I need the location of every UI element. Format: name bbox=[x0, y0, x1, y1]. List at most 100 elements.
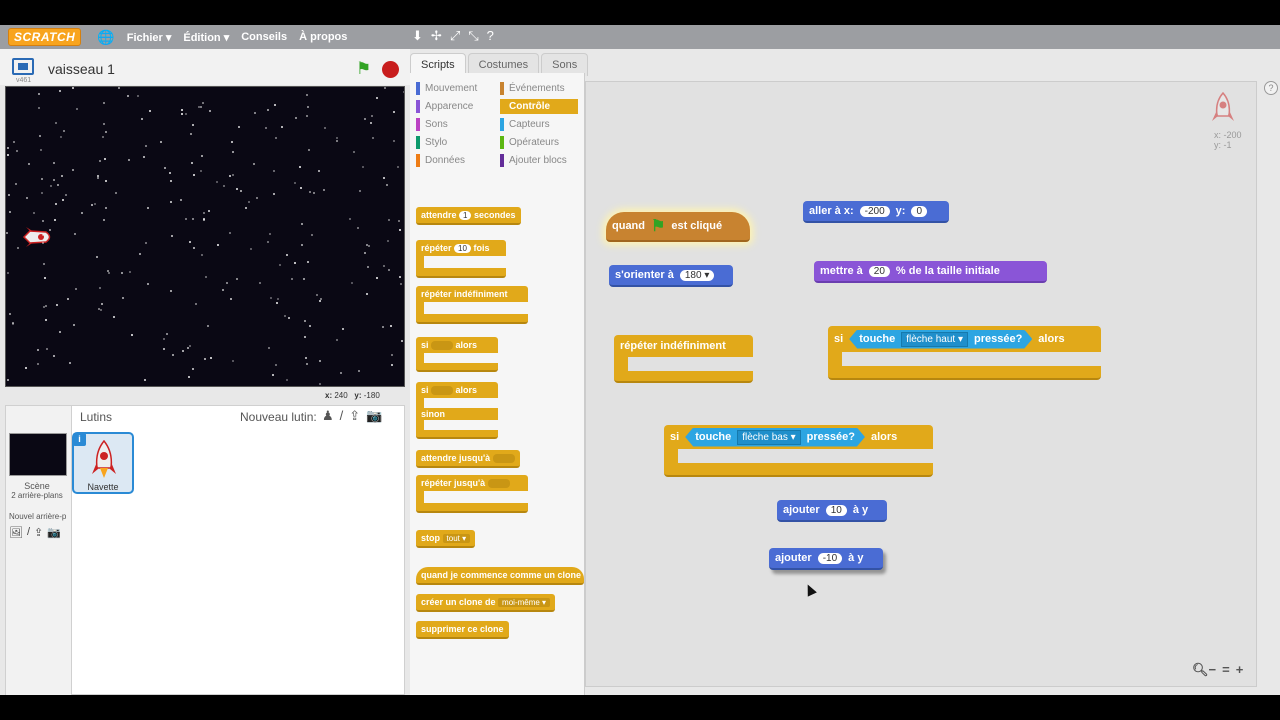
zoom-out-icon[interactable]: 🔍︎− bbox=[1192, 662, 1216, 678]
backdrop-library-icon[interactable]: 🖼 bbox=[9, 526, 23, 539]
size-input[interactable]: 20 bbox=[868, 265, 890, 277]
category-pen[interactable]: Stylo bbox=[416, 135, 494, 150]
change-y-plus-block[interactable]: ajouter 10 à y bbox=[777, 500, 887, 522]
palette-when-clone-hat[interactable]: quand je commence comme un clone bbox=[416, 567, 584, 585]
sprite-library-icon[interactable]: ♟ bbox=[322, 408, 334, 424]
menu-about[interactable]: À propos bbox=[299, 31, 347, 43]
version-label: v461 bbox=[16, 77, 32, 84]
key-pressed-up-sensor[interactable]: touche flèche haut ▾ pressée? bbox=[849, 330, 1032, 349]
star bbox=[299, 166, 301, 168]
forever-block[interactable]: répéter indéfiniment bbox=[614, 335, 754, 385]
grow-icon[interactable]: ⤢ bbox=[450, 28, 460, 44]
sprites-title: Lutins bbox=[80, 410, 113, 424]
zoom-in-icon[interactable]: + bbox=[1236, 662, 1244, 678]
star bbox=[201, 155, 203, 157]
star bbox=[391, 364, 393, 366]
up-key-dropdown[interactable]: flèche haut ▾ bbox=[901, 332, 968, 347]
star bbox=[53, 179, 55, 181]
palette-wait-until-block[interactable]: attendre jusqu'à bbox=[416, 450, 520, 469]
category-control[interactable]: Contrôle bbox=[500, 99, 578, 114]
palette-repeat-until-block[interactable]: répéter jusqu'à bbox=[416, 475, 528, 515]
paint-brush-icon[interactable]: / bbox=[27, 526, 30, 539]
category-looks[interactable]: Apparence bbox=[416, 99, 494, 114]
zoom-reset-icon[interactable]: = bbox=[1222, 662, 1230, 678]
direction-dropdown[interactable]: 180 ▾ bbox=[679, 269, 715, 281]
star bbox=[203, 212, 205, 214]
language-globe-icon[interactable]: 🌐 bbox=[97, 29, 114, 46]
category-sensing[interactable]: Capteurs bbox=[500, 117, 578, 132]
delete-scissors-icon[interactable]: ✢ bbox=[431, 28, 442, 44]
down-key-dropdown[interactable]: flèche bas ▾ bbox=[737, 430, 800, 445]
presentation-mode-icon[interactable] bbox=[12, 58, 34, 75]
star bbox=[188, 376, 190, 378]
star bbox=[306, 363, 308, 365]
change-y-minus-input[interactable]: -10 bbox=[817, 552, 843, 564]
menu-file[interactable]: Fichier ▾ bbox=[127, 31, 172, 44]
category-more-blocks[interactable]: Ajouter blocs bbox=[500, 153, 578, 168]
palette-repeat-block[interactable]: répéter 10 fois bbox=[416, 240, 506, 280]
star bbox=[53, 162, 55, 164]
star bbox=[42, 242, 44, 244]
if-up-arrow-block[interactable]: si touche flèche haut ▾ pressée? alors bbox=[828, 326, 1102, 381]
category-data[interactable]: Données bbox=[416, 153, 494, 168]
category-events[interactable]: Événements bbox=[500, 81, 578, 96]
star bbox=[76, 108, 78, 110]
key-pressed-down-sensor[interactable]: touche flèche bas ▾ pressée? bbox=[685, 428, 865, 447]
stage-canvas[interactable] bbox=[5, 86, 405, 387]
current-sprite-name[interactable]: vaisseau 1 bbox=[48, 61, 115, 77]
palette-wait-block[interactable]: attendre 1 secondes bbox=[416, 207, 521, 225]
star bbox=[397, 166, 399, 168]
star bbox=[115, 192, 117, 194]
scene-thumbnail[interactable] bbox=[9, 433, 67, 476]
menu-edit[interactable]: Édition ▾ bbox=[183, 31, 229, 44]
shrink-icon[interactable]: ⤡ bbox=[468, 28, 478, 44]
star bbox=[72, 87, 74, 89]
camera-sprite-icon[interactable]: 📷 bbox=[366, 408, 382, 424]
menu-tips[interactable]: Conseils bbox=[241, 31, 287, 43]
palette-stop-block[interactable]: stop tout ▾ bbox=[416, 530, 476, 548]
palette-if-block[interactable]: si alors bbox=[416, 337, 498, 373]
sprite-card-label: Navette bbox=[87, 482, 119, 492]
star bbox=[160, 141, 162, 143]
sprite-card-navette[interactable]: i Navette bbox=[72, 432, 134, 494]
goto-xy-block[interactable]: aller à x: -200 y: 0 bbox=[803, 201, 949, 223]
change-y-plus-input[interactable]: 10 bbox=[825, 504, 847, 516]
change-y-minus-block[interactable]: ajouter -10 à y bbox=[769, 548, 883, 570]
star bbox=[382, 326, 384, 328]
star bbox=[295, 117, 297, 119]
star bbox=[181, 113, 183, 115]
paint-new-sprite-icon[interactable]: / bbox=[340, 408, 344, 424]
when-flag-clicked-hat[interactable]: quand ⚑ est cliqué bbox=[606, 212, 750, 242]
star bbox=[399, 229, 401, 231]
stop-sign-icon[interactable] bbox=[382, 61, 399, 78]
star bbox=[100, 309, 102, 311]
category-operators[interactable]: Opérateurs bbox=[500, 135, 578, 150]
palette-forever-block[interactable]: répéter indéfiniment bbox=[416, 286, 528, 326]
star bbox=[7, 154, 9, 156]
goto-y-input[interactable]: 0 bbox=[911, 205, 927, 217]
palette-delete-clone-block[interactable]: supprimer ce clone bbox=[416, 621, 509, 639]
palette-create-clone-block[interactable]: créer un clone de moi-même ▾ bbox=[416, 594, 556, 612]
info-icon[interactable]: i bbox=[73, 433, 86, 446]
star bbox=[232, 174, 234, 176]
rocket-thumbnail-icon bbox=[92, 440, 116, 478]
category-sound[interactable]: Sons bbox=[416, 117, 494, 132]
upload-sprite-icon[interactable]: ⇪ bbox=[349, 408, 360, 424]
help-icon[interactable]: ? bbox=[1264, 81, 1278, 95]
star bbox=[351, 282, 353, 284]
point-direction-block[interactable]: s'orienter à 180 ▾ bbox=[609, 265, 733, 287]
star bbox=[319, 360, 321, 362]
category-motion[interactable]: Mouvement bbox=[416, 81, 494, 96]
set-size-block[interactable]: mettre à 20 % de la taille initiale bbox=[814, 261, 1047, 283]
camera-icon[interactable]: 📷 bbox=[47, 526, 61, 539]
goto-x-input[interactable]: -200 bbox=[859, 205, 890, 217]
help-question-icon[interactable]: ? bbox=[487, 28, 494, 44]
upload-icon[interactable]: ⇪ bbox=[34, 526, 43, 539]
star bbox=[147, 207, 149, 209]
palette-if-else-block[interactable]: si alors sinon bbox=[416, 382, 498, 442]
duplicate-stamp-icon[interactable]: ⬇ bbox=[412, 28, 423, 44]
star bbox=[74, 233, 76, 235]
if-down-arrow-block[interactable]: si touche flèche bas ▾ pressée? alors bbox=[664, 425, 934, 480]
green-flag-icon[interactable]: ⚑ bbox=[356, 59, 371, 79]
scratch-logo[interactable]: SCRATCH bbox=[8, 28, 82, 46]
